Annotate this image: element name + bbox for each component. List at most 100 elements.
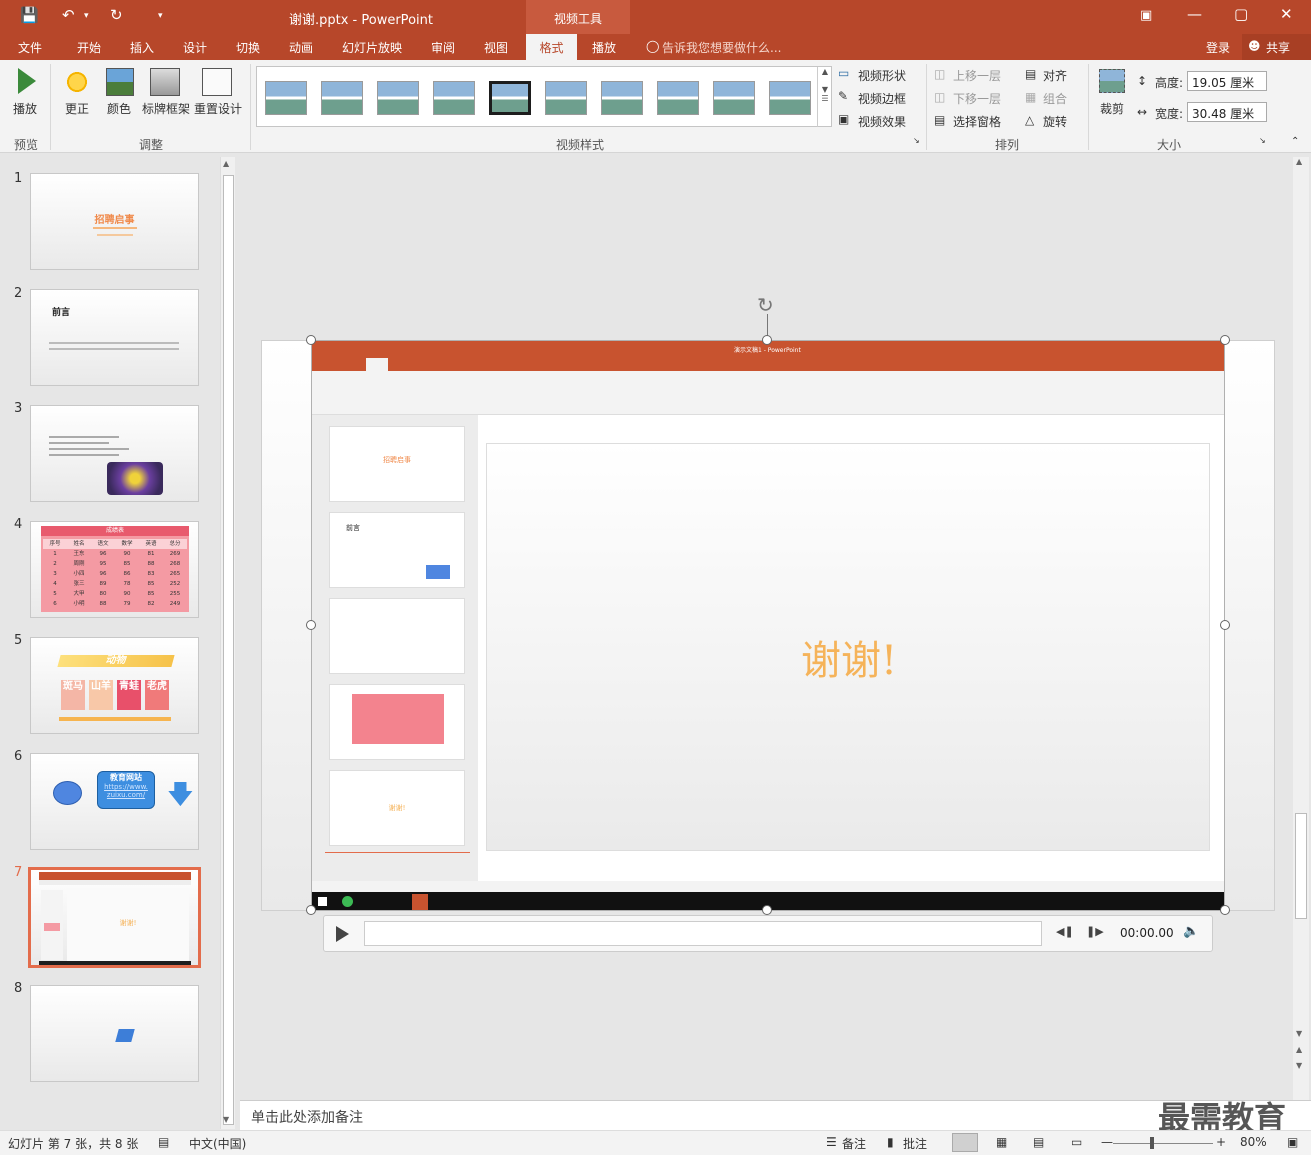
rotate-handle-icon[interactable]: ↻ [757,293,774,317]
customize-qat-icon[interactable]: ▾ [158,11,163,21]
slide-sorter-icon[interactable]: ▦ [996,1135,1007,1149]
reset-design-button[interactable]: 重置设计 [194,100,242,117]
minimize-icon[interactable]: — [1187,5,1202,23]
tab-review[interactable]: 审阅 [431,39,455,56]
seek-bar[interactable] [364,921,1042,946]
tab-playback[interactable]: 播放 [592,39,616,56]
maximize-icon[interactable]: ▢ [1234,5,1248,23]
zoom-slider-thumb[interactable] [1150,1137,1154,1149]
scroll-down-icon[interactable]: ▼ [1296,1029,1302,1038]
poster-frame-button[interactable]: 标牌框架 [142,100,190,117]
sign-in-link[interactable]: 登录 [1206,39,1230,56]
slide-thumbnail-1[interactable]: 招聘启事 [30,173,199,270]
resize-handle[interactable] [762,905,772,915]
slide-thumbnail-2[interactable]: 前言 [30,289,199,386]
tab-home[interactable]: 开始 [77,39,101,56]
language-indicator[interactable]: 中文(中国) [189,1135,246,1152]
tab-format[interactable]: 格式 [526,34,577,60]
crop-button[interactable]: 裁剪 [1100,100,1124,117]
color-icon[interactable] [106,68,134,96]
corrections-button[interactable]: 更正 [65,100,89,117]
previous-slide-icon[interactable]: ▲ [1296,1045,1302,1054]
scroll-down-icon[interactable]: ▼ [223,1115,229,1124]
video-style-thumb-selected[interactable] [489,81,531,115]
video-shape-button[interactable]: 视频形状 [858,67,906,84]
video-style-thumb[interactable] [657,81,699,115]
slide-thumbnail-3[interactable] [30,405,199,502]
zoom-out-icon[interactable]: — [1101,1135,1113,1149]
zoom-slider[interactable] [1113,1143,1213,1144]
share-button[interactable]: ☻ 共享 [1242,34,1311,60]
close-icon[interactable]: ✕ [1280,5,1293,23]
fit-to-window-icon[interactable]: ▣ [1287,1135,1298,1149]
tab-transitions[interactable]: 切换 [236,39,260,56]
tab-view[interactable]: 视图 [484,39,508,56]
height-input[interactable]: 19.05 厘米 [1187,71,1267,91]
video-border-button[interactable]: 视频边框 [858,90,906,107]
tab-slideshow[interactable]: 幻灯片放映 [342,39,402,56]
scroll-thumb[interactable] [1295,813,1307,919]
resize-handle[interactable] [1220,335,1230,345]
send-backward-button[interactable]: 下移一层 [953,90,1001,107]
volume-icon[interactable]: 🔈 [1183,924,1199,939]
slide-thumbnail-7[interactable]: 谢谢! [28,867,201,968]
poster-frame-icon[interactable] [150,68,180,96]
bring-forward-button[interactable]: 上移一层 [953,67,1001,84]
crop-icon[interactable] [1099,69,1125,93]
slideshow-icon[interactable]: ▭ [1071,1135,1082,1149]
reset-design-icon[interactable] [202,68,232,96]
video-style-thumb[interactable] [545,81,587,115]
corrections-icon[interactable] [63,68,91,96]
align-button[interactable]: 对齐 [1043,67,1067,84]
scroll-thumb[interactable] [223,175,234,1125]
selection-pane-button[interactable]: 选择窗格 [953,113,1001,130]
slide-thumbnail-4[interactable]: 成绩表 序号 姓名 语文 数学 英语 总分 1 王东 96 90 81 269 2 周刚 95 85 88 268… [30,521,199,618]
resize-handle[interactable] [306,905,316,915]
normal-view-icon[interactable] [952,1133,978,1152]
scroll-up-icon[interactable]: ▲ [223,159,229,168]
redo-icon[interactable]: ↻ [110,6,123,24]
zoom-level[interactable]: 80% [1240,1135,1267,1149]
reading-view-icon[interactable]: ▤ [1033,1135,1044,1149]
next-slide-icon[interactable]: ▼ [1296,1061,1302,1070]
tell-me-box[interactable]: 告诉我您想要做什么... [662,39,781,56]
dialog-launcher-icon[interactable]: ↘ [913,136,920,145]
play-icon[interactable] [336,926,349,942]
slide-scrollbar[interactable]: ▲ ▼ ▲ ▼ [1293,157,1309,1130]
slide-thumbnail-5[interactable]: 动物 斑马 山羊 青蛙 老虎 [30,637,199,734]
zoom-in-icon[interactable]: + [1216,1135,1226,1149]
video-style-thumb[interactable] [433,81,475,115]
video-object[interactable]: 演示文稿1 - PowerPoint 招聘启事 前言 谢谢! 谢谢! [311,340,1225,911]
comments-toggle[interactable]: 批注 [903,1135,927,1152]
width-input[interactable]: 30.48 厘米 [1187,102,1267,122]
collapse-ribbon-icon[interactable]: ⌃ [1291,136,1299,147]
video-style-thumb[interactable] [321,81,363,115]
slide-thumbnail-8[interactable] [30,985,199,1082]
gallery-scroll[interactable]: ▲ ▼ ☰ [817,67,832,127]
step-back-icon[interactable]: ◀❚ [1056,925,1074,938]
rotate-button[interactable]: 旋转 [1043,113,1067,130]
video-style-thumb[interactable] [265,81,307,115]
notes-pane[interactable]: 单击此处添加备注 最需教育 [240,1099,1311,1137]
resize-handle[interactable] [1220,905,1230,915]
video-style-thumb[interactable] [601,81,643,115]
slide-thumbnail-6[interactable]: 教育网站 https://www. zuixu.com/ 🡇 [30,753,199,850]
group-button[interactable]: 组合 [1043,90,1067,107]
video-style-thumb[interactable] [377,81,419,115]
ribbon-display-icon[interactable]: ▣ [1140,8,1152,23]
color-button[interactable]: 颜色 [107,100,131,117]
play-icon[interactable] [18,68,36,94]
undo-icon[interactable]: ↶ [62,6,75,24]
resize-handle[interactable] [306,335,316,345]
resize-handle[interactable] [762,335,772,345]
spellcheck-icon[interactable]: ▤ [158,1135,169,1149]
save-icon[interactable]: 💾 [20,6,39,24]
tab-insert[interactable]: 插入 [130,39,154,56]
video-style-thumb[interactable] [713,81,755,115]
scroll-up-icon[interactable]: ▲ [1296,157,1302,166]
dialog-launcher-icon[interactable]: ↘ [1259,136,1266,145]
tab-file[interactable]: 文件 [18,39,42,56]
tab-animations[interactable]: 动画 [289,39,313,56]
notes-toggle[interactable]: 备注 [842,1135,866,1152]
play-button[interactable]: 播放 [13,100,37,117]
